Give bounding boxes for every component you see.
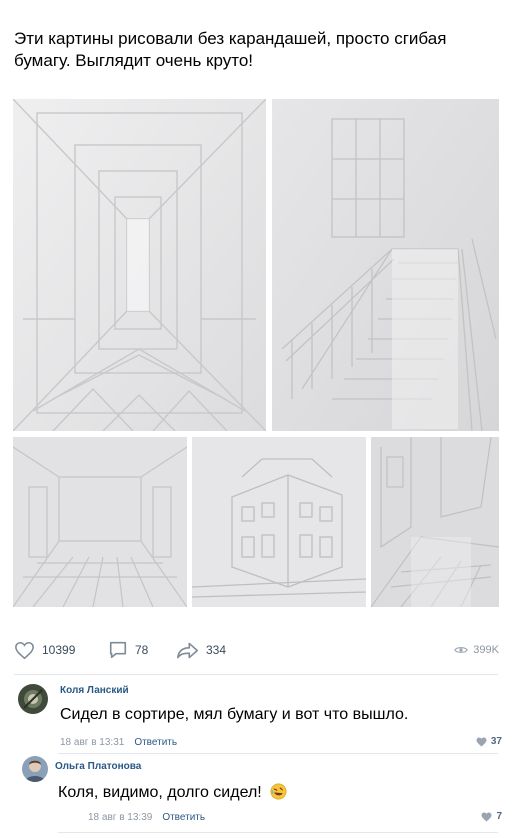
reply-button[interactable]: Ответить: [134, 737, 177, 748]
comment-text-content: Коля, видимо, долго сидел!: [58, 784, 262, 801]
comment-author[interactable]: Ольга Платонова: [55, 761, 141, 772]
avatar[interactable]: [18, 684, 48, 714]
comment-text: Сидел в сортире, мял бумагу и вот что вы…: [60, 706, 409, 723]
photo-staircase[interactable]: [272, 99, 499, 431]
views-counter: 399K: [454, 636, 499, 664]
heart-icon: [15, 641, 34, 659]
share-arrow-icon: [176, 642, 199, 658]
comment-meta: 18 авг в 13:31 Ответить: [60, 737, 177, 748]
comment-like-count: 37: [490, 736, 502, 747]
eye-icon: [454, 647, 469, 653]
post-text: Эти картины рисовали без карандашей, про…: [14, 29, 447, 70]
avatar[interactable]: [22, 756, 48, 782]
share-count: 334: [206, 643, 227, 657]
comment-like-button[interactable]: 37: [476, 736, 502, 747]
comment-meta: 18 авг в 13:39 Ответить: [88, 812, 205, 823]
divider: [14, 674, 498, 675]
comment-button[interactable]: 78: [108, 636, 148, 664]
comment-date[interactable]: 18 авг в 13:31: [60, 737, 124, 748]
photo-street[interactable]: [371, 437, 499, 607]
views-count: 399K: [473, 644, 499, 656]
reply-button[interactable]: Ответить: [162, 812, 205, 823]
comment-bubble-icon: [109, 641, 127, 659]
comment-author[interactable]: Коля Ланский: [60, 685, 129, 696]
like-count: 10399: [42, 643, 76, 657]
photo-corridor[interactable]: [13, 99, 266, 431]
post-actions: 10399 78 334 399K: [0, 636, 512, 664]
comment-like-count: 7: [496, 811, 502, 822]
divider: [58, 753, 498, 754]
like-button[interactable]: 10399: [14, 636, 75, 664]
rofl-emoji-icon: [270, 783, 287, 800]
comment-date[interactable]: 18 авг в 13:39: [88, 812, 152, 823]
heart-icon: [481, 811, 492, 822]
photo-room[interactable]: [13, 437, 187, 607]
divider: [58, 832, 498, 833]
photo-building[interactable]: [192, 437, 366, 607]
heart-icon: [476, 736, 487, 747]
comment-like-button[interactable]: 7: [481, 811, 502, 822]
share-button[interactable]: 334: [176, 636, 226, 664]
comment-text: Коля, видимо, долго сидел!: [58, 783, 287, 802]
comment-count: 78: [135, 643, 149, 657]
